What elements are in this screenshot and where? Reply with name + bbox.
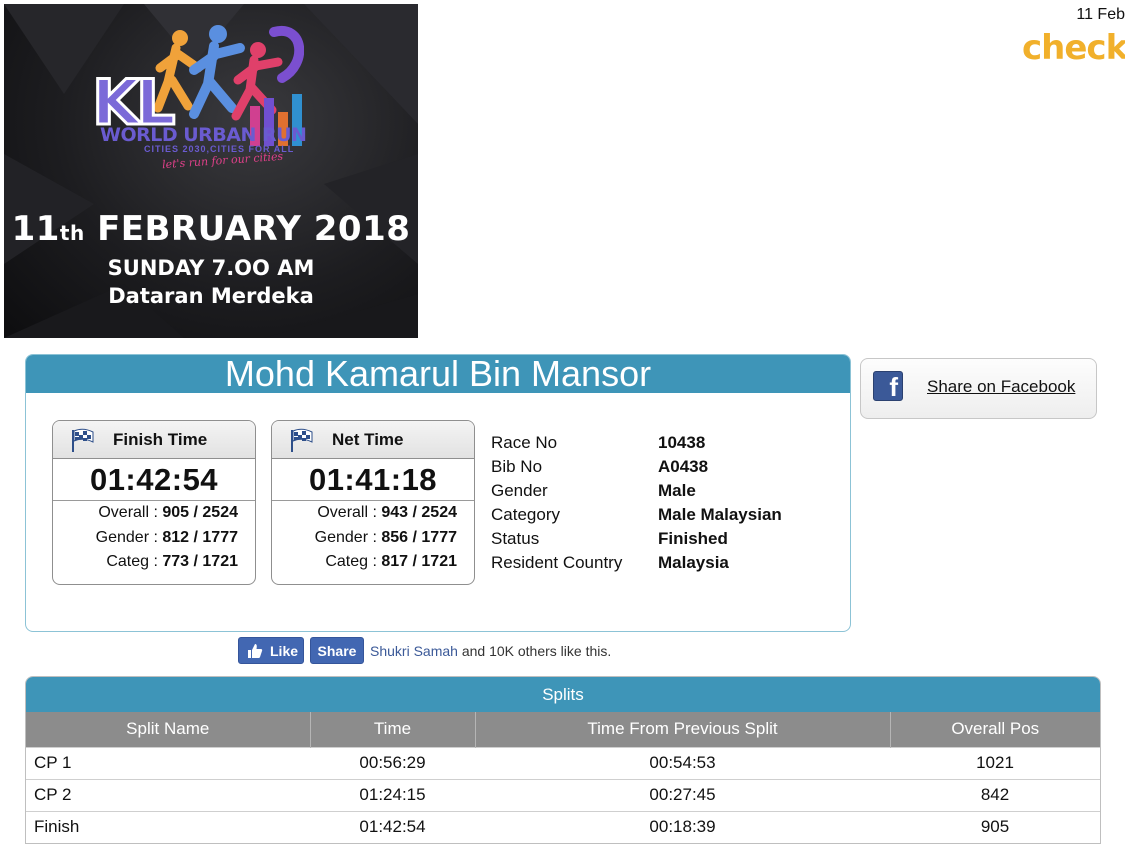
column-time-from-previous: Time From Previous Split	[475, 712, 891, 747]
finish-overall-rank: Overall : 905 / 2524	[98, 504, 238, 521]
info-row-status: Status Finished	[491, 529, 728, 548]
info-row-category: Category Male Malaysian	[491, 505, 782, 524]
banner-logo-title: WORLD URBAN RUN	[100, 124, 307, 146]
split-overall-pos: 1021	[890, 746, 1100, 779]
info-row-gender: Gender Male	[491, 481, 696, 500]
net-time-value: 01:41:18	[272, 459, 474, 501]
info-row-resident-country: Resident Country Malaysia	[491, 553, 729, 572]
thumbs-up-icon	[248, 644, 263, 658]
splits-table: Split Name Time Time From Previous Split…	[26, 712, 1100, 843]
splits-title: Splits	[26, 677, 1100, 712]
info-row-bib-no: Bib No A0438	[491, 457, 709, 476]
split-overall-pos: 905	[890, 810, 1100, 843]
brand-logo[interactable]: check	[1022, 28, 1125, 68]
runner-info-list: Race No 10438 Bib No A0438 Gender Male Cate…	[491, 431, 850, 575]
table-row: CP 2 01:24:15 00:27:45 842	[26, 778, 1100, 811]
banner-date: 11th FEBRUARY 2018	[11, 209, 411, 249]
split-time: 00:56:29	[310, 746, 475, 779]
net-category-rank: Categ : 817 / 1721	[325, 553, 457, 570]
column-time: Time	[310, 712, 476, 747]
finish-time-value: 01:42:54	[53, 459, 255, 501]
banner-venue: Dataran Merdeka	[108, 284, 314, 308]
split-time-from-previous: 00:27:45	[475, 778, 890, 811]
finish-gender-rank: Gender : 812 / 1777	[95, 528, 238, 546]
splits-panel: Splits Split Name Time Time From Previou…	[25, 676, 1101, 844]
net-overall-rank: Overall : 943 / 2524	[317, 504, 457, 521]
event-banner: KL WORLD URBAN RUN CITIES 2030,CITIES FO…	[4, 4, 418, 338]
info-row-race-no: Race No 10438	[491, 433, 706, 452]
share-on-facebook-link[interactable]: Share on Facebook	[927, 377, 1075, 397]
header-date: 11 Feb	[1076, 6, 1125, 23]
checkered-flag-icon	[291, 428, 313, 452]
banner-time: SUNDAY 7.OO AM	[107, 256, 315, 280]
runner-name: Mohd Kamarul Bin Mansor	[26, 355, 850, 393]
split-time-from-previous: 00:54:53	[475, 746, 890, 779]
table-row: Finish 01:42:54 00:18:39 905	[26, 810, 1100, 843]
table-row: CP 1 00:56:29 00:54:53 1021	[26, 746, 1100, 779]
split-name: CP 1	[26, 746, 310, 779]
split-time-from-previous: 00:18:39	[475, 810, 890, 843]
splits-header-row: Split Name Time Time From Previous Split…	[26, 712, 1100, 747]
checkered-flag-icon	[72, 428, 94, 452]
share-button[interactable]: Share	[310, 637, 364, 664]
split-name: Finish	[26, 810, 310, 843]
column-overall-pos: Overall Pos	[890, 712, 1100, 747]
finish-time-title: Finish Time	[113, 430, 208, 449]
friend-link[interactable]: Shukri Samah	[370, 643, 458, 659]
net-time-box: Net Time 01:41:18 Overall : 943 / 2524 G…	[271, 420, 475, 585]
net-time-title: Net Time	[332, 430, 404, 449]
split-overall-pos: 842	[890, 778, 1100, 811]
share-on-facebook-button[interactable]: f Share on Facebook	[860, 358, 1097, 419]
facebook-icon: f	[873, 371, 903, 402]
net-gender-rank: Gender : 856 / 1777	[314, 528, 457, 546]
finish-category-rank: Categ : 773 / 1721	[106, 553, 238, 570]
like-button[interactable]: Like	[238, 637, 304, 664]
split-name: CP 2	[26, 778, 310, 811]
finish-time-box: Finish Time 01:42:54 Overall : 905 / 252…	[52, 420, 256, 585]
split-time: 01:24:15	[310, 778, 475, 811]
column-split-name: Split Name	[26, 712, 311, 747]
runner-result-panel: Mohd Kamarul Bin Mansor Finish Time 01:4…	[25, 354, 851, 632]
split-time: 01:42:54	[310, 810, 475, 843]
like-social-context: Shukri Samah and 10K others like this.	[370, 643, 612, 659]
